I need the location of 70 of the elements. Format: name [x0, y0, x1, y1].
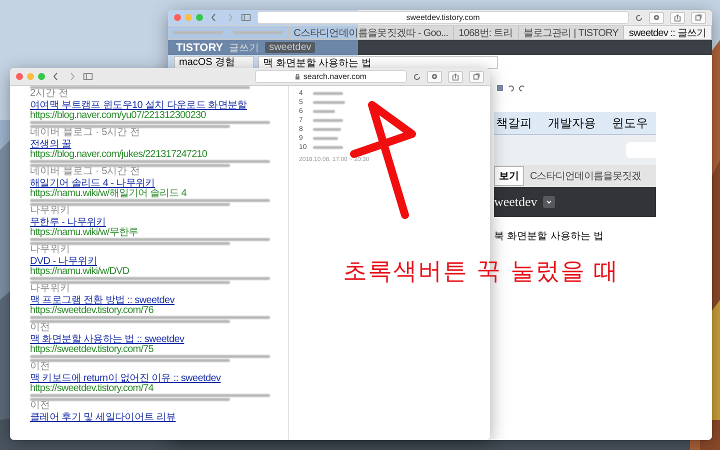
- result-source: 네이버 블로그 · 5시간 전: [30, 167, 142, 177]
- close-button[interactable]: [174, 14, 181, 21]
- tabs-button[interactable]: [469, 70, 484, 82]
- save-icon[interactable]: [496, 84, 504, 92]
- result-source: 이전: [30, 323, 51, 333]
- gear-icon: [653, 14, 660, 21]
- result-url: https://sweetdev.tistory.com/75: [30, 345, 154, 355]
- result-title-link[interactable]: 전생의 꿀: [30, 140, 288, 150]
- result-url: https://namu.wiki/w/DVD: [30, 267, 130, 277]
- result-url: https://sweetdev.tistory.com/74: [30, 384, 154, 394]
- browser-tab[interactable]: 1068번: 트리: [454, 26, 519, 39]
- result-title-link[interactable]: 맥 화면분할 사용하는 법 :: sweetdev: [30, 335, 288, 345]
- result-title-link[interactable]: DVD - 나무위키: [30, 257, 288, 267]
- result-source: 네이버 블로그 · 5시간 전: [30, 128, 142, 138]
- result-source: 나무위키: [30, 245, 71, 255]
- redo-icon[interactable]: [518, 84, 526, 92]
- blurred-text-drawing: [313, 136, 338, 141]
- result-source: 이전: [30, 401, 51, 411]
- blurred-text-drawing: [313, 109, 335, 114]
- logo-text: TISTORY: [176, 42, 224, 54]
- undo-icon[interactable]: [507, 84, 515, 92]
- result-title-link[interactable]: 해일기어 솔리드 4 - 나무위키: [30, 179, 288, 189]
- category-select[interactable]: macOS 경험: [174, 56, 254, 69]
- close-button[interactable]: [16, 73, 23, 80]
- reload-icon[interactable]: [635, 14, 643, 22]
- tabs-button[interactable]: [691, 12, 706, 24]
- address-field[interactable]: search.naver.com: [255, 70, 407, 83]
- tab-label: C스타디언데이름을못짓겠: [529, 170, 642, 184]
- result-title-link[interactable]: 맥 프로그램 전환 방법 :: sweetdev: [30, 296, 288, 306]
- gear-icon: [431, 73, 438, 80]
- blog-chip[interactable]: sweetdev: [265, 42, 316, 53]
- sidebar-icon[interactable]: [83, 72, 93, 81]
- tabs-icon: [695, 14, 702, 21]
- result-url: https://blog.naver.com/jukes/221317247210: [30, 150, 208, 160]
- blurred-text-drawing: [313, 145, 343, 150]
- result-url: https://sweetdev.tistory.com/76: [30, 306, 154, 316]
- sidebar-icon[interactable]: [241, 13, 251, 22]
- blurred-text-drawing: [313, 100, 345, 105]
- result-source: 나무위키: [30, 284, 71, 294]
- caret-icon: [546, 200, 552, 204]
- result-source: 이전: [30, 362, 51, 372]
- blurred-text-drawing: [313, 91, 343, 96]
- result-title-link[interactable]: 무한루 - 나무위키: [30, 218, 288, 228]
- blurred-text-drawing: [313, 127, 341, 132]
- blog-name: weetdev: [494, 194, 538, 210]
- settings-button[interactable]: [427, 70, 442, 82]
- result-title-link[interactable]: 맥 키보드에 return이 없어진 이유 :: sweetdev: [30, 374, 288, 384]
- result-url: https://namu.wiki/w/무한루: [30, 228, 140, 238]
- lock-icon: [295, 74, 300, 80]
- share-button[interactable]: [670, 12, 685, 24]
- section-title: 글쓰기: [229, 42, 260, 54]
- post-title: 북 화면분할 사용하는 법: [494, 230, 605, 243]
- result-url: https://namu.wiki/w/해일기어 솔리드 4: [30, 189, 188, 199]
- share-button[interactable]: [448, 70, 463, 82]
- browser-tab[interactable]: sweetdev :: 글쓰기: [624, 26, 712, 39]
- blurred-text-drawing: [313, 118, 343, 123]
- result-title-link[interactable]: 클레어 후기 및 세일다이어트 리뷰: [30, 413, 288, 423]
- browser-tab[interactable]: C스타디언데이름을못짓겠따 - Goo...: [288, 26, 454, 39]
- result-source: 2시간 전: [30, 89, 70, 99]
- result-url: https://blog.naver.com/yu07/221312300230: [30, 111, 207, 121]
- result-source: 나무위키: [30, 206, 71, 216]
- share-icon: [674, 14, 681, 22]
- title-field[interactable]: 맥 화면분할 사용하는 법: [258, 56, 498, 69]
- address-field[interactable]: sweetdev.tistory.com: [257, 11, 629, 24]
- reload-icon[interactable]: [413, 72, 421, 80]
- annotation-text: 초록색버튼 꾹 눌렀을 때: [343, 256, 619, 287]
- tabs-icon: [473, 73, 480, 80]
- share-icon: [452, 72, 459, 80]
- result-title-link[interactable]: 여여맥 부트캠프 윈도우10 설치 다운로드 화면분할: [30, 101, 288, 111]
- settings-button[interactable]: [649, 12, 664, 24]
